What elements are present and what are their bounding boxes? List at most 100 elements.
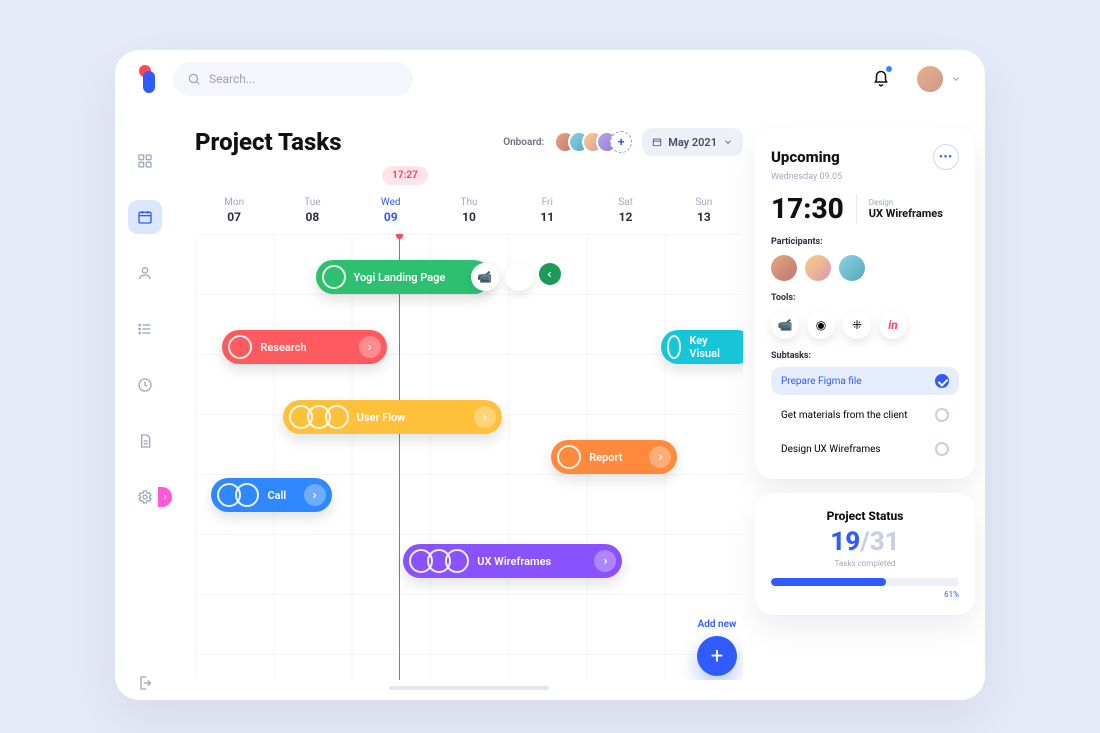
task-label: UX Wireframes — [477, 555, 551, 568]
task-bar[interactable]: Key Visual — [661, 330, 743, 364]
horizontal-scrollbar[interactable] — [389, 686, 549, 690]
add-task-button[interactable]: + — [697, 636, 737, 676]
day-col[interactable]: Fri11 — [508, 191, 586, 230]
task-bar[interactable]: Yogi Landing Page 📹 ◉ — [316, 260, 491, 294]
avatar — [805, 255, 831, 281]
upcoming-title: Upcoming — [771, 148, 840, 166]
check-icon[interactable] — [935, 408, 949, 422]
top-bar: Search... — [115, 50, 985, 108]
task-bar[interactable]: Call — [211, 478, 332, 512]
page-title: Project Tasks — [195, 128, 342, 156]
search-icon — [187, 72, 201, 86]
bell-icon — [872, 70, 890, 88]
avatar — [839, 255, 865, 281]
chevron-down-icon — [951, 74, 961, 84]
task-label: Report — [589, 451, 622, 464]
participants-row — [771, 255, 959, 281]
slack-icon[interactable]: ⁜ — [843, 311, 871, 339]
sidebar-item-clock[interactable] — [128, 368, 162, 402]
document-icon — [137, 433, 153, 449]
app-window: Search... — [115, 50, 985, 700]
calendar-icon — [137, 209, 153, 225]
subtask-row[interactable]: Prepare Figma file — [771, 367, 959, 395]
sidebar-item-dashboard[interactable] — [128, 144, 162, 178]
add-member-button[interactable]: + — [610, 131, 632, 153]
right-column: Upcoming ••• Wednesday 09.05 17:30 Desig… — [755, 128, 975, 690]
notification-dot — [886, 66, 892, 72]
sidebar-item-settings[interactable] — [128, 480, 162, 514]
person-icon — [137, 265, 153, 281]
subtask-row[interactable]: Design UX Wireframes — [771, 435, 959, 463]
search-placeholder: Search... — [209, 72, 255, 86]
add-new-label: Add new — [698, 619, 737, 630]
check-icon[interactable] — [935, 374, 949, 388]
tools-label: Tools: — [771, 293, 959, 303]
now-indicator — [399, 234, 400, 680]
project-status-card: Project Status 19/31 Tasks completed 61% — [755, 493, 975, 615]
more-button[interactable]: ••• — [933, 144, 959, 170]
onboard-avatars: + — [554, 131, 632, 153]
check-icon[interactable] — [935, 442, 949, 456]
figma-icon[interactable]: ◉ — [505, 263, 533, 291]
task-label: Yogi Landing Page — [354, 271, 446, 284]
expand-button[interactable] — [304, 484, 326, 506]
status-subtitle: Tasks completed — [771, 559, 959, 568]
meet-icon[interactable]: 📹 — [771, 311, 799, 339]
month-label: May 2021 — [668, 136, 717, 149]
upcoming-card: Upcoming ••• Wednesday 09.05 17:30 Desig… — [755, 128, 975, 479]
expand-button[interactable] — [649, 446, 671, 468]
task-label: User Flow — [357, 411, 406, 424]
task-bar[interactable]: Research — [222, 330, 386, 364]
onboard-label: Onboard: — [503, 137, 544, 148]
progress-fill — [771, 578, 886, 586]
subtasks-label: Subtasks: — [771, 351, 959, 361]
avatar — [667, 335, 682, 359]
calendar-icon — [652, 137, 662, 147]
avatar — [771, 255, 797, 281]
search-input[interactable]: Search... — [173, 62, 413, 96]
notifications-button[interactable] — [863, 61, 899, 97]
settings-flyout-toggle[interactable] — [158, 487, 172, 507]
sidebar-item-people[interactable] — [128, 256, 162, 290]
task-bar[interactable]: User Flow — [283, 400, 502, 434]
progress-percent: 61% — [771, 590, 959, 599]
event-name: UX Wireframes — [869, 207, 943, 220]
sidebar-item-logout[interactable] — [128, 666, 162, 700]
day-col[interactable]: Sat12 — [586, 191, 664, 230]
day-header-row: Mon07 Tue08 Wed09 Thu10 Fri11 Sat12 Sun1… — [195, 191, 743, 230]
collapse-button[interactable] — [539, 263, 561, 285]
day-col[interactable]: Wed09 — [352, 191, 430, 230]
month-selector[interactable]: May 2021 — [642, 128, 743, 156]
tools-row: 📹 ◉ ⁜ in — [771, 311, 959, 339]
task-label: Key Visual — [689, 334, 720, 360]
day-col[interactable]: Sun13 — [665, 191, 743, 230]
logout-icon — [137, 675, 153, 691]
day-col[interactable]: Tue08 — [273, 191, 351, 230]
avatar — [557, 445, 581, 469]
participants-label: Participants: — [771, 237, 959, 247]
figma-icon[interactable]: ◉ — [807, 311, 835, 339]
expand-button[interactable] — [474, 406, 496, 428]
expand-button[interactable] — [359, 336, 381, 358]
sidebar-item-list[interactable] — [128, 312, 162, 346]
meet-icon[interactable]: 📹 — [471, 263, 499, 291]
status-title: Project Status — [771, 509, 959, 523]
sidebar-item-calendar[interactable] — [128, 200, 162, 234]
timeline-grid[interactable]: Yogi Landing Page 📹 ◉ Research — [195, 234, 743, 680]
subtask-label: Design UX Wireframes — [781, 444, 881, 455]
app-logo — [139, 65, 157, 93]
gear-icon — [137, 489, 153, 505]
expand-button[interactable] — [594, 550, 616, 572]
avatar — [228, 335, 252, 359]
task-bar[interactable]: UX Wireframes — [403, 544, 622, 578]
day-col[interactable]: Mon07 — [195, 191, 273, 230]
day-col[interactable]: Thu10 — [430, 191, 508, 230]
upcoming-time: 17:30 — [771, 192, 844, 225]
task-bar[interactable]: Report — [551, 440, 677, 474]
profile-menu[interactable] — [915, 64, 961, 94]
subtask-row[interactable]: Get materials from the client — [771, 401, 959, 429]
grid-icon — [137, 153, 153, 169]
avatar — [235, 483, 259, 507]
sidebar-item-document[interactable] — [128, 424, 162, 458]
invision-icon[interactable]: in — [879, 311, 907, 339]
